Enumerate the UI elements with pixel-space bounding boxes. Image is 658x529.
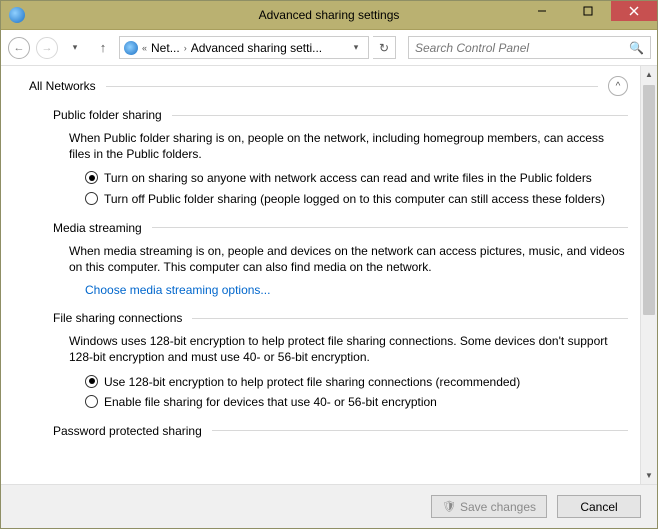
section-description: Windows uses 128-bit encryption to help …	[69, 333, 628, 365]
shield-icon: 🛡	[442, 500, 456, 513]
scroll-up-button[interactable]: ▲	[641, 66, 657, 83]
divider	[106, 86, 598, 87]
navbar: ← → ▾ ↑ « Net... › Advanced sharing sett…	[1, 30, 657, 66]
scroll-track[interactable]	[641, 83, 657, 467]
chevron-up-icon: ^	[616, 81, 621, 92]
section-public-folder-sharing: Public folder sharing When Public folder…	[53, 108, 628, 207]
heading-text: Public folder sharing	[53, 108, 162, 122]
section-heading: Media streaming	[53, 221, 628, 235]
settings-panel: All Networks ^ Public folder sharing Whe…	[1, 66, 640, 484]
window-title: Advanced sharing settings	[1, 8, 657, 22]
refresh-button[interactable]: ↻	[373, 36, 396, 59]
up-button[interactable]: ↑	[91, 36, 115, 60]
scroll-thumb[interactable]	[643, 85, 655, 315]
chevron-down-icon: ▾	[73, 42, 78, 53]
save-changes-button[interactable]: 🛡 Save changes	[431, 495, 547, 518]
breadcrumb-segment-2[interactable]: Advanced sharing setti...	[191, 41, 322, 55]
back-button[interactable]: ←	[7, 36, 31, 60]
divider	[192, 318, 628, 319]
button-label: Cancel	[580, 500, 617, 514]
radio-label: Turn on sharing so anyone with network a…	[104, 170, 592, 186]
refresh-icon: ↻	[379, 41, 389, 55]
up-arrow-icon: ↑	[100, 40, 107, 55]
window-frame: Advanced sharing settings ← → ▾ ↑	[0, 0, 658, 529]
radio-label: Turn off Public folder sharing (people l…	[104, 191, 605, 207]
footer: 🛡 Save changes Cancel	[1, 484, 657, 528]
collapse-button[interactable]: ^	[608, 76, 628, 96]
address-dropdown-icon[interactable]: ▾	[348, 42, 364, 53]
heading-text: Password protected sharing	[53, 424, 202, 438]
chevron-left-icon: «	[142, 43, 147, 53]
divider	[212, 430, 628, 431]
recent-locations-button[interactable]: ▾	[63, 36, 87, 60]
heading-text: Media streaming	[53, 221, 142, 235]
location-icon	[124, 41, 138, 55]
titlebar: Advanced sharing settings	[1, 1, 657, 30]
section-description: When Public folder sharing is on, people…	[69, 130, 628, 162]
heading-text: File sharing connections	[53, 311, 182, 325]
divider	[152, 227, 628, 228]
search-input[interactable]: Search Control Panel 🔍	[408, 36, 651, 59]
section-description: When media streaming is on, people and d…	[69, 243, 628, 275]
profile-header[interactable]: All Networks ^	[29, 76, 628, 96]
radio-icon	[85, 171, 98, 184]
media-streaming-options-link[interactable]: Choose media streaming options...	[85, 283, 628, 297]
vertical-scrollbar[interactable]: ▲ ▼	[640, 66, 657, 484]
button-label: Save changes	[460, 500, 536, 514]
radio-label: Use 128-bit encryption to help protect f…	[104, 374, 520, 390]
scroll-down-button[interactable]: ▼	[641, 467, 657, 484]
radio-public-off[interactable]: Turn off Public folder sharing (people l…	[85, 191, 628, 207]
radio-encryption-128[interactable]: Use 128-bit encryption to help protect f…	[85, 374, 628, 390]
search-icon: 🔍	[629, 41, 644, 55]
forward-arrow-icon: →	[36, 37, 58, 59]
encryption-radio-group: Use 128-bit encryption to help protect f…	[85, 374, 628, 410]
radio-encryption-4056[interactable]: Enable file sharing for devices that use…	[85, 394, 628, 410]
radio-public-on[interactable]: Turn on sharing so anyone with network a…	[85, 170, 628, 186]
chevron-right-icon: ›	[184, 43, 187, 53]
section-file-sharing-connections: File sharing connections Windows uses 12…	[53, 311, 628, 410]
profile-name: All Networks	[29, 79, 96, 93]
public-folder-radio-group: Turn on sharing so anyone with network a…	[85, 170, 628, 206]
section-heading: Public folder sharing	[53, 108, 628, 122]
cancel-button[interactable]: Cancel	[557, 495, 641, 518]
content-area: All Networks ^ Public folder sharing Whe…	[1, 66, 657, 484]
section-heading: Password protected sharing	[53, 424, 628, 438]
radio-icon	[85, 375, 98, 388]
radio-icon	[85, 395, 98, 408]
section-heading: File sharing connections	[53, 311, 628, 325]
search-placeholder: Search Control Panel	[415, 41, 529, 55]
breadcrumb-segment-1[interactable]: Net...	[151, 41, 180, 55]
address-bar[interactable]: « Net... › Advanced sharing setti... ▾	[119, 36, 369, 59]
back-arrow-icon: ←	[8, 37, 30, 59]
section-media-streaming: Media streaming When media streaming is …	[53, 221, 628, 297]
radio-label: Enable file sharing for devices that use…	[104, 394, 437, 410]
divider	[172, 115, 628, 116]
radio-icon	[85, 192, 98, 205]
section-password-protected-sharing: Password protected sharing	[53, 424, 628, 438]
forward-button[interactable]: →	[35, 36, 59, 60]
